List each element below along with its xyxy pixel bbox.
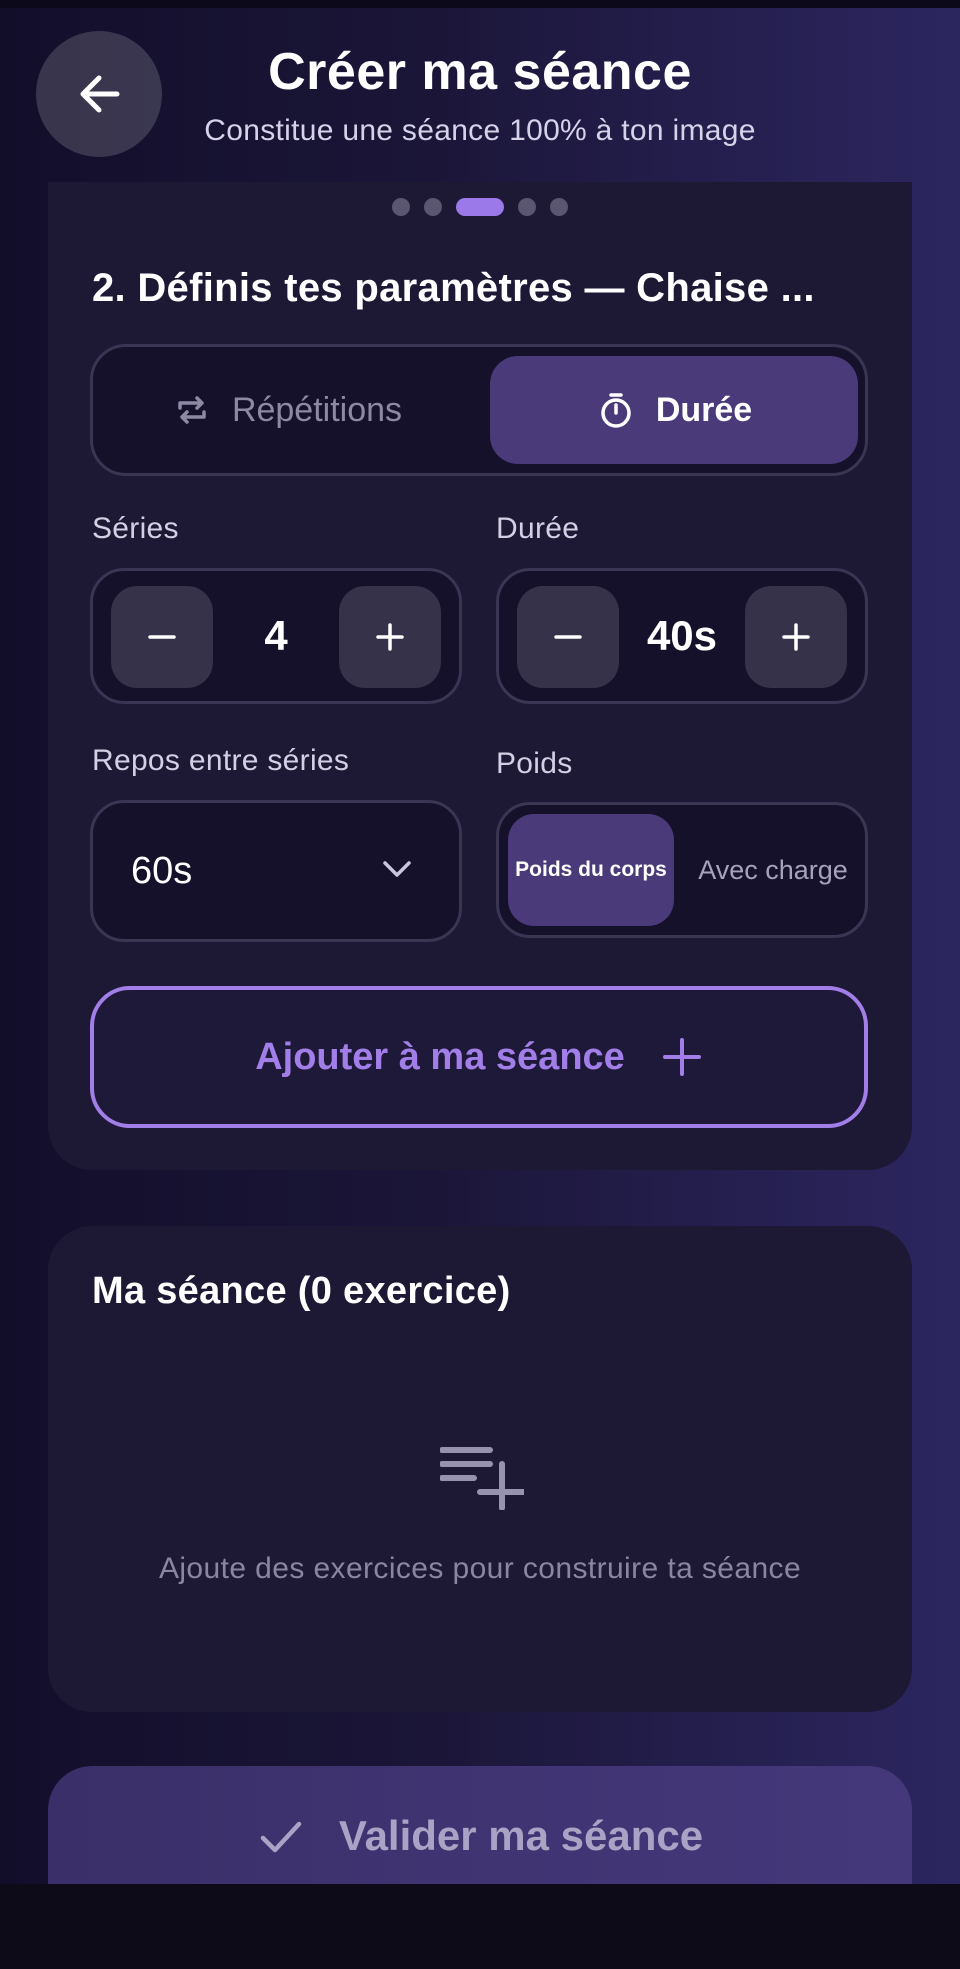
series-decrement-button[interactable] [111, 586, 213, 688]
section-title: 2. Définis tes paramètres — Chaise ... [92, 266, 815, 310]
mode-duration-label: Durée [655, 390, 753, 429]
status-strip [0, 0, 960, 8]
step-dot [424, 198, 442, 216]
minus-icon [554, 635, 582, 639]
plus-icon [782, 623, 810, 651]
mode-duration-option[interactable]: Durée [490, 356, 858, 464]
series-value: 4 [264, 612, 288, 659]
step-dot [518, 198, 536, 216]
series-increment-button[interactable] [339, 586, 441, 688]
minus-icon [148, 635, 176, 639]
duration-decrement-button[interactable] [517, 586, 619, 688]
chevron-down-icon [383, 861, 411, 877]
bottom-bar [0, 1884, 960, 1969]
session-title: Ma séance (0 exercice) [92, 1270, 511, 1312]
rest-select[interactable]: 60s [90, 800, 462, 942]
session-card: Ma séance (0 exercice) Ajoute des exerci… [48, 1226, 912, 1712]
timer-icon [601, 393, 631, 428]
plus-icon [662, 1038, 701, 1076]
rest-label: Repos entre séries [92, 744, 350, 777]
parameters-card: 2. Définis tes paramètres — Chaise ... R… [48, 182, 912, 1170]
page-title: Créer ma séance [268, 43, 692, 101]
empty-state-text: Ajoute des exercices pour construire ta … [158, 1552, 802, 1585]
add-to-session-button[interactable]: Ajouter à ma séance [90, 986, 868, 1128]
duration-value: 40s [646, 612, 718, 659]
step-dot-active [456, 198, 504, 216]
step-progress [48, 198, 912, 216]
duration-stepper: 40s [496, 568, 868, 704]
playlist-add-icon [440, 1447, 524, 1510]
mode-toggle: Répétitions Durée [90, 344, 868, 476]
weight-toggle: Poids du corps Avec charge [496, 802, 868, 938]
check-icon [260, 1821, 302, 1853]
page-subtitle: Constitue une séance 100% à ton image [204, 114, 756, 147]
mode-repetitions-label: Répétitions [231, 390, 403, 429]
weight-bodyweight-option[interactable]: Poids du corps [508, 814, 674, 926]
step-dot [550, 198, 568, 216]
repeat-icon [178, 396, 206, 424]
series-stepper: 4 [90, 568, 462, 704]
add-to-session-label: Ajouter à ma séance [255, 1035, 625, 1078]
validate-session-label: Valider ma séance [338, 1812, 704, 1859]
series-label: Séries [92, 512, 179, 545]
step-dot [392, 198, 410, 216]
weight-loaded-option[interactable]: Avec charge [682, 814, 864, 926]
duration-increment-button[interactable] [745, 586, 847, 688]
weight-label: Poids [496, 747, 573, 780]
duration-label: Durée [496, 512, 580, 545]
mode-repetitions-option[interactable]: Répétitions [103, 356, 471, 464]
rest-value: 60s [131, 849, 193, 892]
plus-icon [376, 623, 404, 651]
